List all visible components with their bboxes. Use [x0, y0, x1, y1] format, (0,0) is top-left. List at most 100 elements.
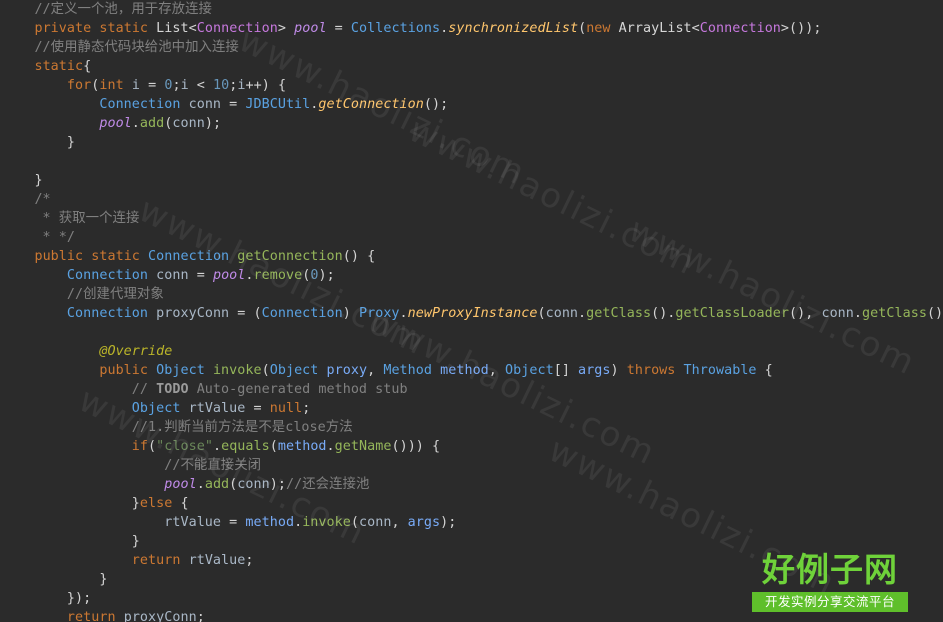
- code-token: * */: [2, 230, 76, 245]
- code-line[interactable]: Connection conn = JDBCUtil.getConnection…: [2, 95, 448, 114]
- code-token: Connection: [148, 249, 230, 264]
- code-token: else: [139, 496, 173, 511]
- code-line[interactable]: if("close".equals(method.getName())) {: [2, 437, 440, 456]
- code-token: private: [34, 21, 92, 36]
- code-token: );: [269, 477, 286, 492]
- code-line[interactable]: private static List<Connection> pool = C…: [2, 19, 821, 38]
- code-line[interactable]: return proxyConn;: [2, 608, 205, 622]
- code-token: TODO: [156, 382, 189, 397]
- code-line[interactable]: Connection conn = pool.remove(0);: [2, 266, 335, 285]
- code-token: Connection: [261, 306, 343, 321]
- code-line[interactable]: pool.add(conn);: [2, 114, 221, 133]
- code-token: Proxy: [358, 306, 400, 321]
- code-token: .: [326, 439, 335, 454]
- code-token: );: [318, 268, 335, 283]
- code-token: }: [2, 572, 108, 587]
- code-token: );: [440, 515, 457, 530]
- code-token: conn: [188, 97, 222, 112]
- code-token: for: [66, 78, 92, 93]
- code-token: ArrayList: [618, 21, 692, 36]
- code-line[interactable]: //不能直接关闭: [2, 456, 261, 475]
- code-token: {: [172, 496, 189, 511]
- code-token: ,: [391, 515, 408, 530]
- code-token: conn: [821, 306, 854, 321]
- code-line[interactable]: // TODO Auto-generated method stub: [2, 380, 408, 399]
- code-line[interactable]: //1.判断当前方法是不是close方法: [2, 418, 353, 437]
- code-token: getConnection: [318, 97, 424, 112]
- code-token: pool: [212, 268, 246, 283]
- code-line[interactable]: pool.add(conn);//还会连接池: [2, 475, 369, 494]
- code-token: args: [407, 515, 441, 530]
- code-token: List: [156, 21, 189, 36]
- code-token: Collections: [350, 21, 441, 36]
- code-token: static: [91, 249, 140, 264]
- code-token: newProxyInstance: [407, 306, 538, 321]
- code-line[interactable]: return rtValue;: [2, 551, 254, 570]
- code-line[interactable]: /*: [2, 190, 51, 209]
- code-token: return: [131, 553, 181, 568]
- code-token: });: [2, 591, 92, 606]
- code-editor[interactable]: //定义一个池，用于存放连接 private static List<Conne…: [0, 0, 943, 622]
- code-token: .: [399, 306, 408, 321]
- code-line[interactable]: //使用静态代码块给池中加入连接: [2, 38, 239, 57]
- code-line[interactable]: static{: [2, 57, 91, 76]
- code-line[interactable]: Connection proxyConn = (Connection) Prox…: [2, 304, 943, 323]
- code-token: >: [277, 21, 295, 36]
- code-line[interactable]: }: [2, 532, 140, 551]
- code-token: i: [131, 78, 140, 93]
- code-token: //: [2, 382, 157, 397]
- code-token: =: [326, 21, 351, 36]
- code-token: 10: [213, 78, 230, 93]
- code-token: rtValue: [188, 401, 246, 416]
- code-line[interactable]: }: [2, 171, 43, 190]
- code-token: rtValue: [164, 515, 222, 530]
- code-token: ().: [926, 306, 943, 321]
- code-token: "close": [156, 439, 213, 454]
- code-line[interactable]: public Object invoke(Object proxy, Metho…: [2, 361, 773, 380]
- code-line[interactable]: });: [2, 589, 91, 608]
- code-line[interactable]: * */: [2, 228, 75, 247]
- code-line[interactable]: rtValue = method.invoke(conn, args);: [2, 513, 456, 532]
- code-line[interactable]: }: [2, 133, 75, 152]
- code-token: Connection: [699, 21, 781, 36]
- code-token: static: [99, 21, 149, 36]
- code-token: Object: [505, 363, 554, 378]
- code-token: method: [245, 515, 295, 530]
- code-token: (: [578, 21, 587, 36]
- code-line[interactable]: }: [2, 570, 107, 589]
- code-line[interactable]: @Override: [2, 342, 172, 361]
- code-line[interactable]: * 获取一个连接: [2, 209, 140, 228]
- code-line[interactable]: public static Connection getConnection()…: [2, 247, 375, 266]
- code-token: proxyConn: [156, 306, 230, 321]
- code-token: ,: [367, 363, 384, 378]
- code-line[interactable]: Object rtValue = null;: [2, 399, 310, 418]
- code-token: =: [139, 78, 165, 93]
- code-token: new: [586, 21, 611, 36]
- code-line[interactable]: for(int i = 0;i < 10;i++) {: [2, 76, 286, 95]
- code-token: = (: [229, 306, 262, 321]
- code-token: .: [196, 477, 205, 492]
- code-token: ;: [196, 610, 205, 622]
- code-token: ();: [423, 97, 449, 112]
- code-token: @Override: [99, 344, 173, 359]
- code-token: proxyConn: [123, 610, 197, 622]
- code-token: getClass: [586, 306, 652, 321]
- code-token: () {: [342, 249, 376, 264]
- code-line[interactable]: //定义一个池，用于存放连接: [2, 0, 212, 19]
- code-line[interactable]: }else {: [2, 494, 189, 513]
- code-token: }: [2, 135, 76, 150]
- code-line[interactable]: //创建代理对象: [2, 285, 164, 304]
- code-token: Object: [269, 363, 319, 378]
